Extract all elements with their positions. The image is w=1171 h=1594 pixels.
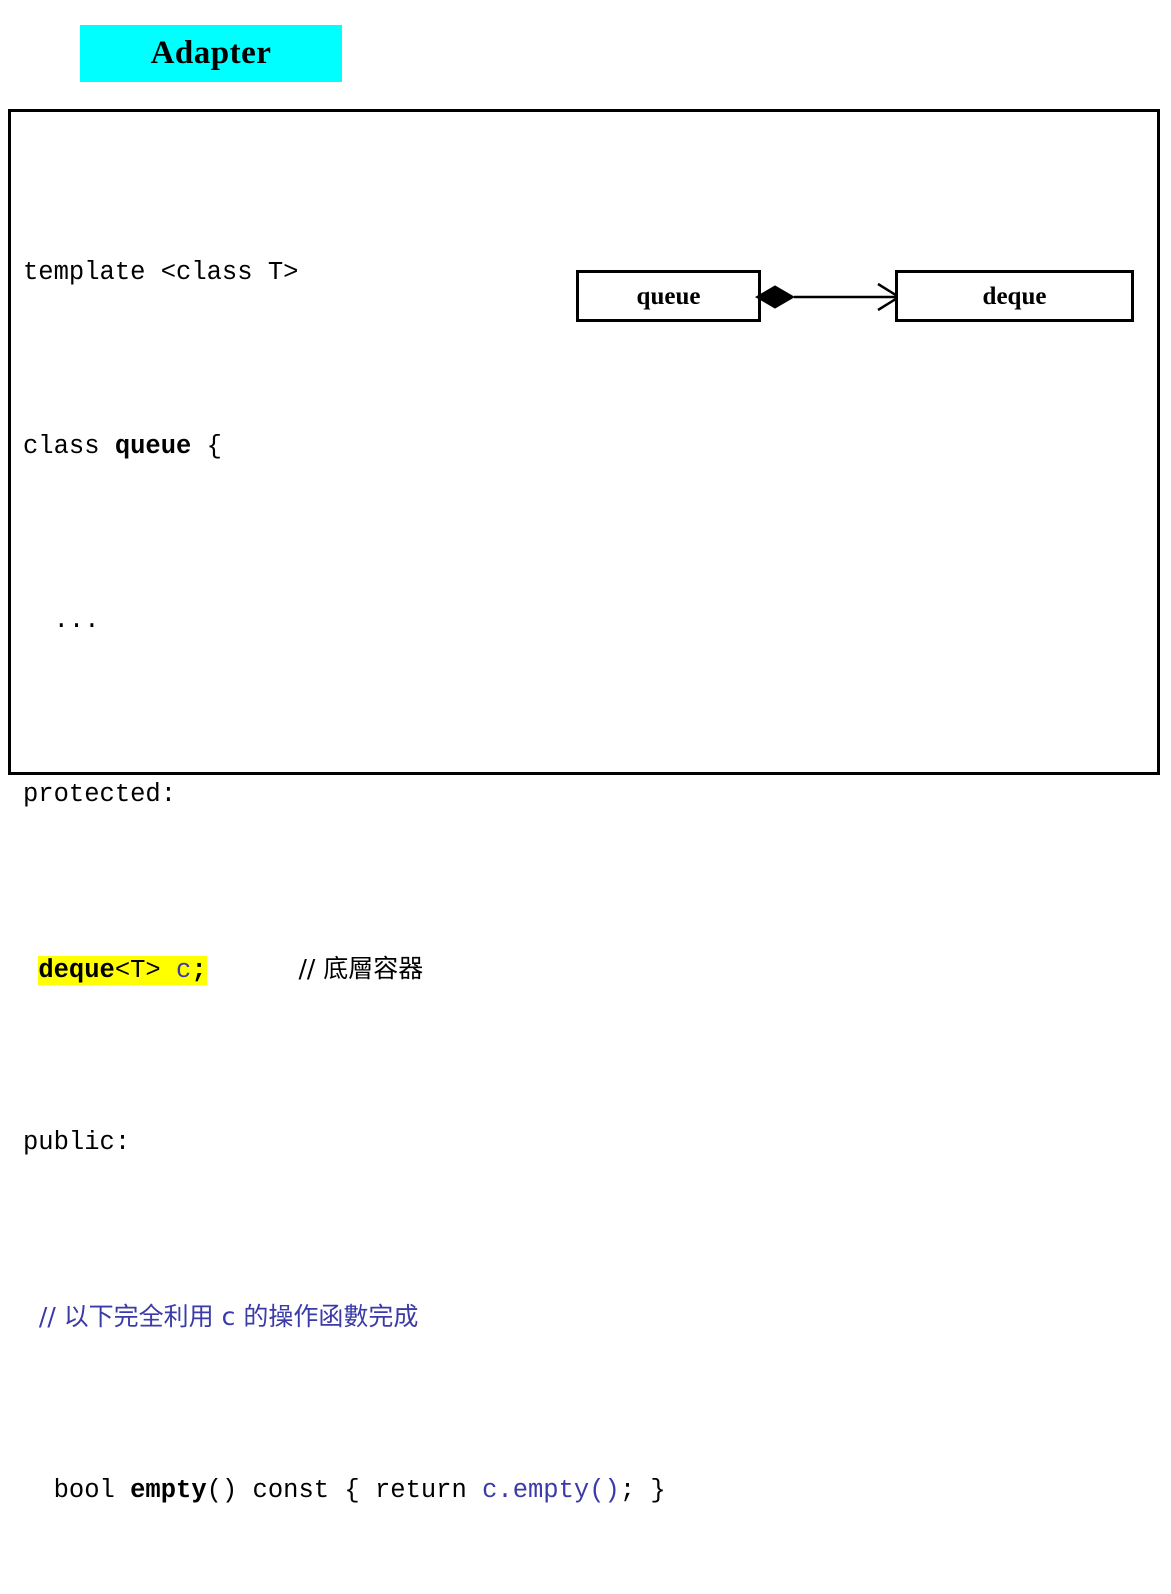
token-member-var-c: c xyxy=(176,955,192,985)
token-kw-template: template xyxy=(23,257,146,287)
uml-composition-diagram: queue deque xyxy=(574,270,1136,328)
uml-class-box-deque: deque xyxy=(895,270,1134,322)
code-listing: template <class T> class queue { ... pro… xyxy=(23,120,819,1594)
token-member-targs: <T> xyxy=(114,955,177,985)
uml-composition-connector xyxy=(755,282,902,312)
uml-class-label-queue: queue xyxy=(636,282,701,310)
token-gap xyxy=(207,956,299,985)
token-kw-class: class xyxy=(23,431,115,461)
token-template-args: <class T> xyxy=(145,257,299,287)
comment-underlying-container: // 底層容器 xyxy=(298,953,424,983)
token-class-name-queue: queue xyxy=(114,431,192,461)
page-title: Adapter xyxy=(150,35,272,71)
token-brace-open: { xyxy=(191,431,222,461)
code-line-8: bool empty() const { return c.empty(); } xyxy=(23,1469,819,1513)
token-kw-public: public: xyxy=(23,1127,131,1157)
token-m1-mid: () const { return xyxy=(206,1475,483,1505)
code-line-6: public: xyxy=(23,1121,819,1165)
code-line-2: class queue { xyxy=(23,425,819,469)
code-line-7: // 以下完全利用 c 的操作函數完成 xyxy=(23,1295,819,1339)
token-method-empty: empty xyxy=(130,1475,207,1505)
code-panel: template <class T> class queue { ... pro… xyxy=(8,109,1160,1505)
code-line-3: ... xyxy=(23,599,819,643)
token-kw-protected: protected: xyxy=(23,779,177,809)
composition-diamond-icon xyxy=(755,285,795,309)
token-m1-prefix: bool xyxy=(23,1475,131,1505)
token-member-type-deque: deque xyxy=(38,955,115,985)
uml-class-box-queue: queue xyxy=(576,270,761,322)
token-m1-post: ; } xyxy=(619,1475,666,1505)
code-line-4: protected: xyxy=(23,773,819,817)
slide-title-badge: Adapter xyxy=(80,25,342,82)
code-line-5: deque<T> c; // 底層容器 xyxy=(23,947,819,991)
comment-uses-c-operations: // 以下完全利用 c 的操作函數完成 xyxy=(23,1301,419,1331)
token-call-c-empty: c.empty() xyxy=(482,1475,620,1505)
token-member-semicolon: ; xyxy=(191,955,207,985)
uml-class-label-deque: deque xyxy=(982,282,1047,310)
token-ellipsis: ... xyxy=(23,605,100,635)
